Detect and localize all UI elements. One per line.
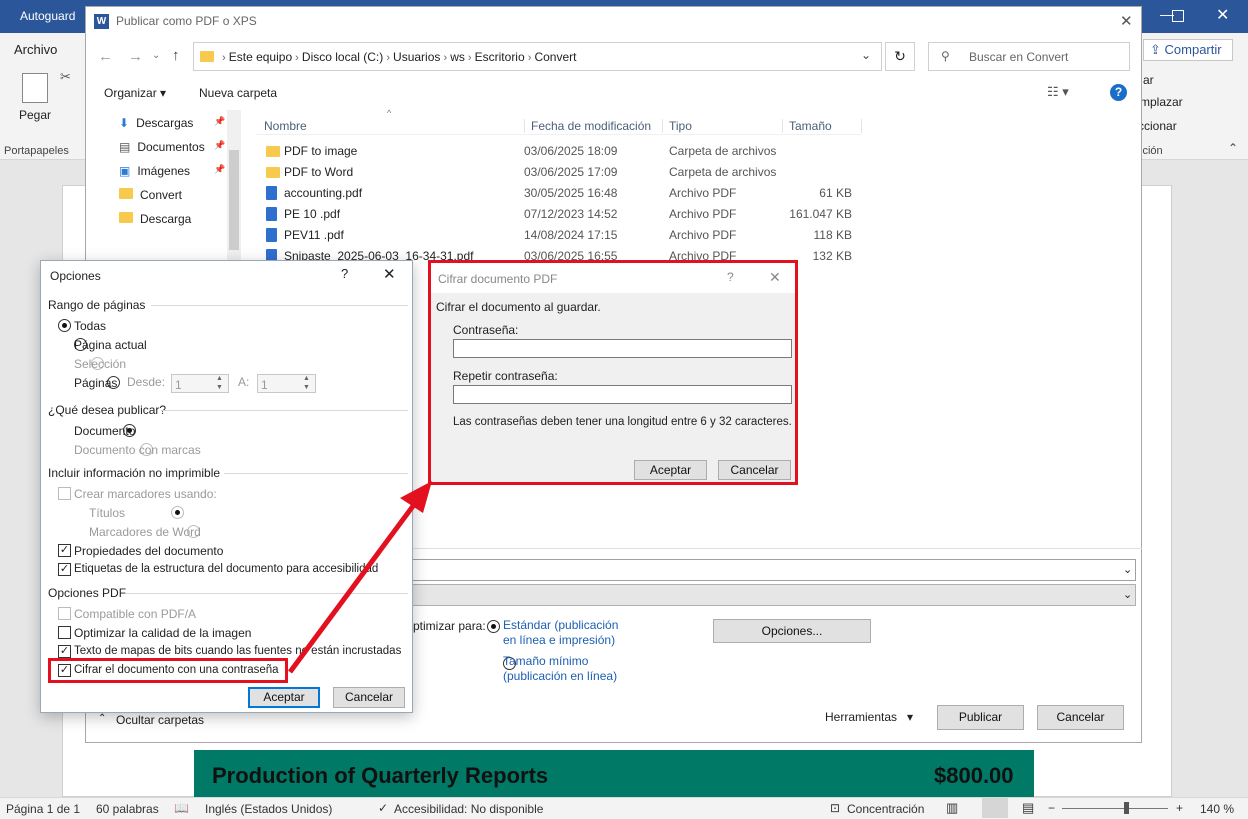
arrow-head xyxy=(400,481,432,513)
arrow-shaft xyxy=(287,500,419,674)
annotation-arrow xyxy=(287,481,432,674)
